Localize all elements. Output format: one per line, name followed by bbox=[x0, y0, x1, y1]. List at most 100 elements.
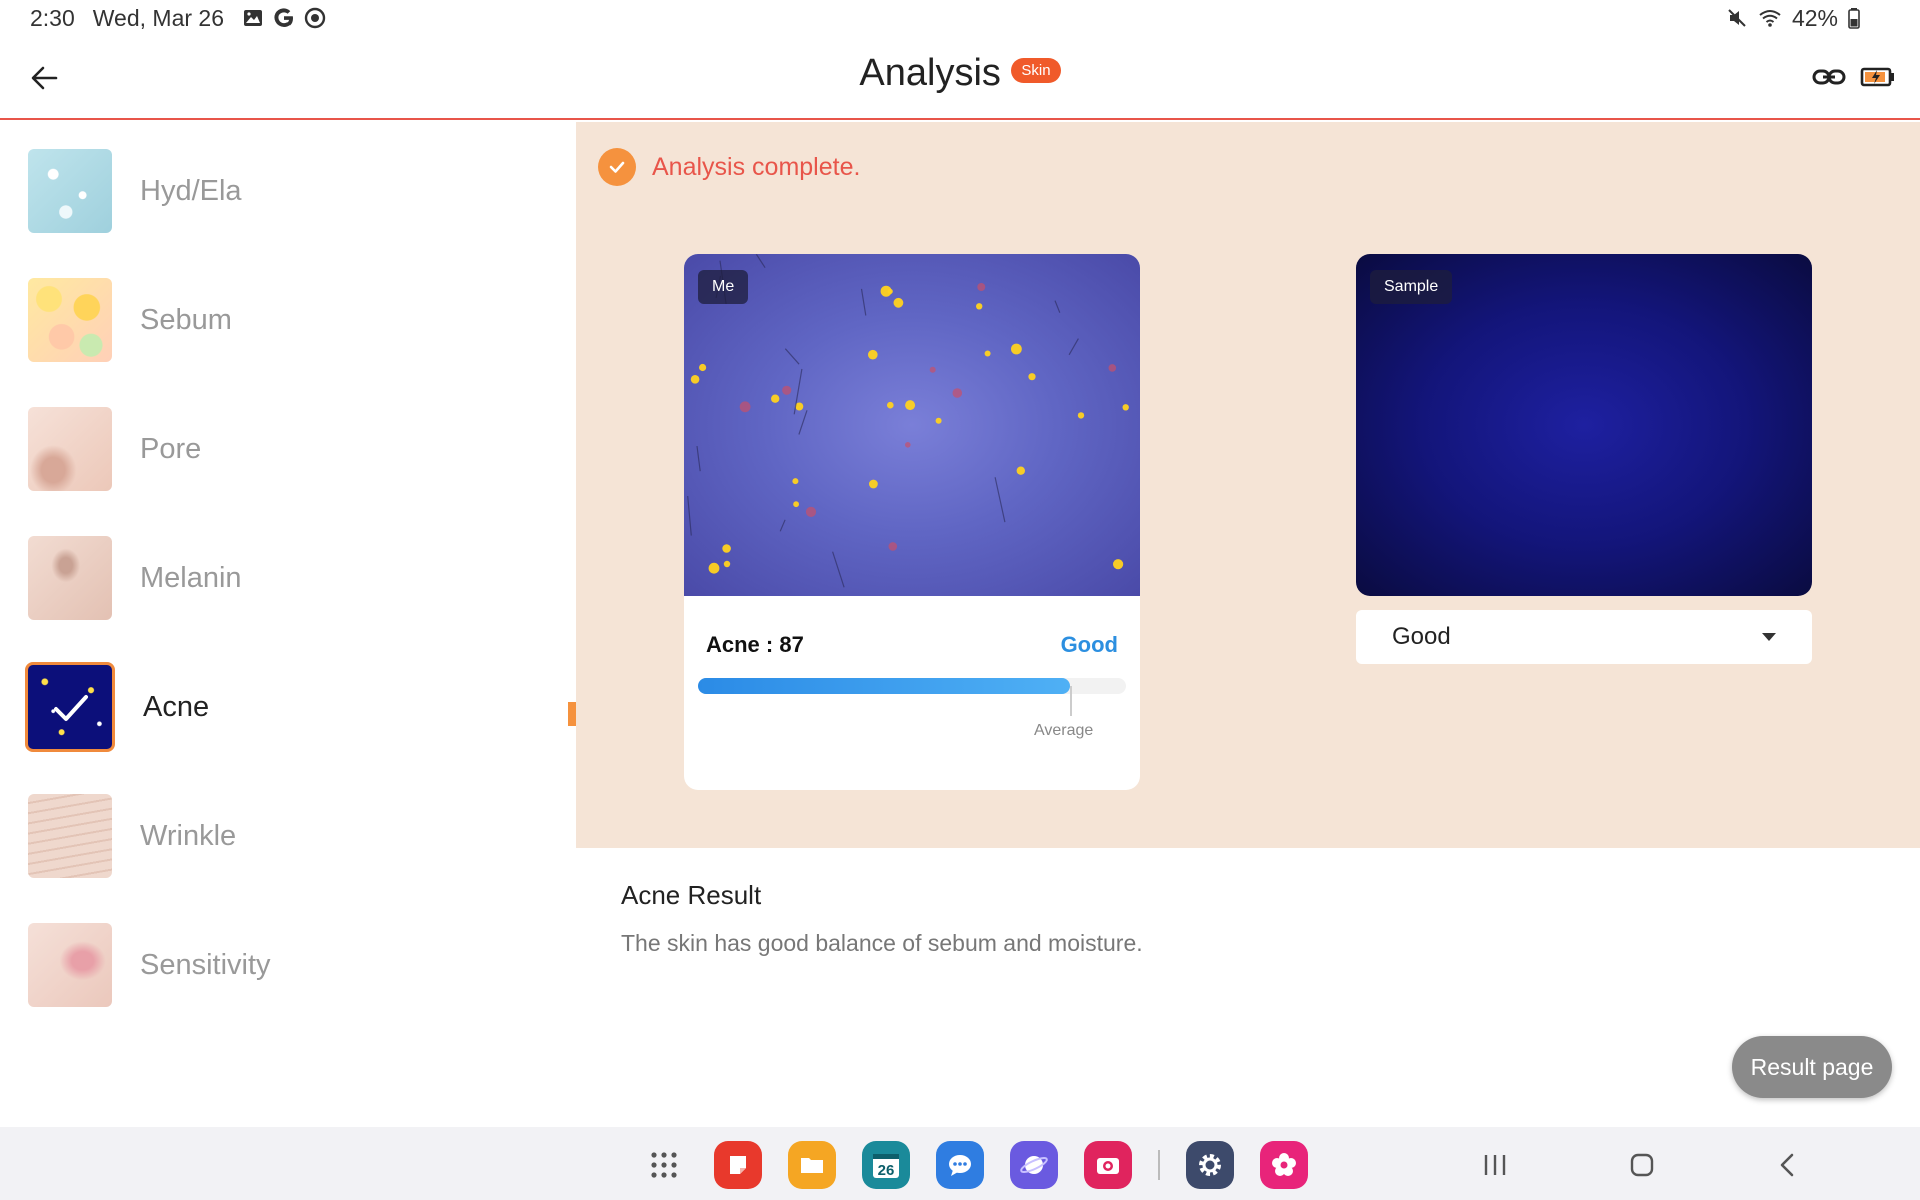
acne-spot bbox=[869, 479, 878, 489]
result-description: The skin has good balance of sebum and m… bbox=[621, 930, 1143, 956]
my-skin-image: Me bbox=[684, 254, 1140, 596]
hair-strand bbox=[832, 551, 845, 588]
score-progress-bar bbox=[698, 678, 1126, 694]
wrinkle-thumbnail bbox=[28, 794, 112, 878]
navigation-bar: 26 bbox=[0, 1127, 1920, 1200]
battery-percentage: 42% bbox=[1791, 4, 1838, 31]
my-result-card: Me Acne : 87 Good Average bbox=[684, 254, 1140, 790]
acne-spot bbox=[893, 297, 904, 308]
acne-spot bbox=[805, 506, 817, 517]
notes-icon bbox=[730, 1156, 746, 1174]
score-row: Acne : 87 Good bbox=[706, 632, 1118, 658]
acne-spot bbox=[1122, 404, 1129, 411]
acne-spot bbox=[722, 544, 731, 553]
acne-spot bbox=[1011, 343, 1022, 355]
sidebar-item-pore[interactable]: Pore bbox=[28, 394, 568, 504]
acne-spot bbox=[739, 401, 751, 413]
status-bar: 2:30 Wed, Mar 26 42% bbox=[0, 0, 1920, 36]
me-tag: Me bbox=[698, 270, 749, 304]
skin-badge: Skin bbox=[1011, 58, 1061, 83]
sidebar-item-sensitivity[interactable]: Sensitivity bbox=[28, 910, 568, 1020]
acne-spot bbox=[1016, 466, 1025, 475]
messages-app-button[interactable] bbox=[936, 1141, 984, 1189]
home-button[interactable] bbox=[1622, 1145, 1662, 1185]
status-date: Wed, Mar 26 bbox=[92, 4, 225, 31]
acne-spot bbox=[708, 562, 720, 574]
camera-icon bbox=[1097, 1158, 1119, 1174]
analysis-complete-text: Analysis complete. bbox=[652, 152, 861, 181]
recents-button[interactable] bbox=[1475, 1145, 1515, 1185]
battery-icon bbox=[1848, 8, 1860, 29]
recents-icon bbox=[1484, 1155, 1506, 1175]
acne-spot bbox=[976, 303, 983, 310]
acne-spot bbox=[782, 385, 792, 395]
gallery-notification-icon bbox=[244, 10, 263, 26]
sidebar-item-label: Pore bbox=[140, 432, 202, 465]
apps-grid-icon bbox=[651, 1152, 677, 1178]
acne-spot bbox=[1077, 412, 1085, 419]
camera-app-button[interactable] bbox=[1084, 1141, 1132, 1189]
planet-icon bbox=[1020, 1156, 1048, 1174]
device-battery-icon[interactable] bbox=[1860, 62, 1896, 92]
dropdown-value: Good bbox=[1392, 623, 1451, 650]
chat-bubble-icon bbox=[949, 1155, 971, 1176]
browser-app-button[interactable] bbox=[1010, 1141, 1058, 1189]
sidebar-item-label: Melanin bbox=[140, 561, 242, 594]
grade-dropdown[interactable]: Good bbox=[1356, 610, 1812, 664]
acne-spot bbox=[1028, 373, 1036, 381]
chevron-left-icon bbox=[1780, 1153, 1794, 1177]
sensitivity-thumbnail bbox=[28, 923, 112, 1007]
average-marker bbox=[1070, 686, 1073, 716]
hair-strand bbox=[1068, 338, 1079, 356]
files-app-button[interactable] bbox=[788, 1141, 836, 1189]
sidebar-item-melanin[interactable]: Melanin bbox=[28, 523, 568, 633]
acne-spot bbox=[888, 542, 898, 551]
acne-spot bbox=[984, 350, 991, 357]
google-notification-icon bbox=[274, 8, 294, 28]
sidebar-item-hyd-ela[interactable]: Hyd/Ela bbox=[28, 136, 568, 246]
app-bar: Analysis Skin bbox=[0, 40, 1920, 120]
acne-spot bbox=[935, 417, 942, 424]
calendar-app-button[interactable]: 26 bbox=[862, 1141, 910, 1189]
home-icon bbox=[1630, 1153, 1654, 1177]
sidebar: Hyd/Ela Sebum Pore Melanin Acne Wrinkle … bbox=[0, 122, 576, 1127]
acne-spot bbox=[952, 388, 963, 398]
result-title: Acne Result bbox=[621, 880, 762, 910]
average-label: Average bbox=[1034, 722, 1094, 739]
acne-spot bbox=[868, 349, 878, 360]
result-page-button[interactable]: Result page bbox=[1732, 1036, 1892, 1098]
sidebar-item-acne[interactable]: Acne bbox=[25, 652, 568, 762]
melanin-thumbnail bbox=[28, 536, 112, 620]
acne-spot bbox=[793, 501, 799, 508]
active-item-indicator bbox=[568, 702, 576, 726]
sidebar-item-label: Sebum bbox=[140, 303, 232, 336]
notes-app-button[interactable] bbox=[714, 1141, 762, 1189]
acne-score: Acne : 87 bbox=[706, 632, 804, 657]
acne-spots-overlay bbox=[687, 254, 1129, 588]
gear-icon bbox=[1199, 1154, 1221, 1176]
flower-app-button[interactable] bbox=[1260, 1141, 1308, 1189]
back-nav-button[interactable] bbox=[1768, 1145, 1808, 1185]
acne-thumbnail bbox=[25, 662, 115, 752]
sidebar-item-label: Acne bbox=[143, 690, 210, 723]
app-dock: 26 bbox=[640, 1141, 1308, 1189]
score-progress-fill bbox=[698, 678, 1071, 694]
check-icon bbox=[54, 695, 88, 721]
hair-strand bbox=[687, 495, 692, 536]
acne-spot bbox=[929, 366, 936, 373]
acne-spot bbox=[771, 394, 780, 403]
calendar-day: 26 bbox=[878, 1162, 895, 1179]
sample-image: Sample bbox=[1356, 254, 1812, 596]
link-icon[interactable] bbox=[1812, 62, 1846, 92]
hair-strand bbox=[696, 446, 701, 472]
acne-spot bbox=[792, 478, 799, 485]
acne-spot bbox=[699, 363, 707, 372]
settings-app-button[interactable] bbox=[1186, 1141, 1234, 1189]
apps-grid-button[interactable] bbox=[640, 1141, 688, 1189]
hair-strand bbox=[798, 410, 808, 435]
acne-spot bbox=[880, 285, 892, 297]
title-wrap: Analysis Skin bbox=[0, 52, 1920, 95]
sidebar-item-sebum[interactable]: Sebum bbox=[28, 265, 568, 375]
hair-strand bbox=[755, 254, 766, 269]
sidebar-item-wrinkle[interactable]: Wrinkle bbox=[28, 781, 568, 891]
